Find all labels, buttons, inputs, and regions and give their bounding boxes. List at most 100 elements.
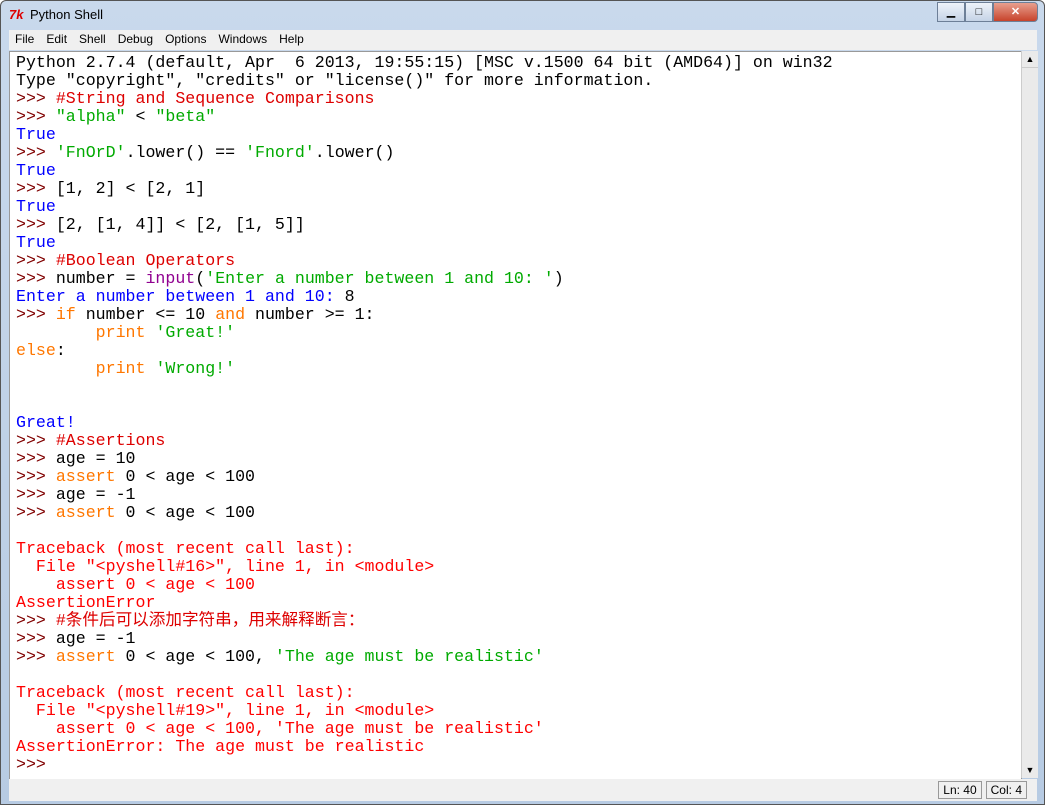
shell-line: print 'Wrong!'	[16, 360, 833, 378]
comment-text: #条件后可以添加字符串，用来解释断言：	[55, 611, 365, 630]
err-text: Traceback (most recent call last):	[16, 539, 355, 558]
shell-output: Python 2.7.4 (default, Apr 6 2013, 19:55…	[16, 54, 833, 774]
menu-help[interactable]: Help	[273, 30, 310, 50]
shell-line: >>> age = -1	[16, 630, 833, 648]
shell-line: >>>	[16, 756, 833, 774]
code-text: .lower() ==	[125, 143, 246, 162]
prompt-text: >>>	[16, 251, 56, 270]
shell-line: Traceback (most recent call last):	[16, 540, 833, 558]
close-button[interactable]: ✕	[993, 2, 1038, 22]
prompt-text: >>>	[16, 485, 56, 504]
str-text: 'FnOrD'	[55, 143, 126, 162]
column-number: Col: 4	[985, 781, 1027, 799]
shell-line: True	[16, 126, 833, 144]
comment-text: #String and Sequence Comparisons	[55, 89, 375, 108]
kw-text: assert	[55, 647, 116, 666]
code-text: [2, [1, 4]] < [2, [1, 5]]	[55, 215, 305, 234]
code-text: )	[553, 269, 564, 288]
menu-debug[interactable]: Debug	[112, 30, 159, 50]
shell-line: else:	[16, 342, 833, 360]
kw-text: else	[16, 341, 56, 360]
shell-line: Python 2.7.4 (default, Apr 6 2013, 19:55…	[16, 54, 833, 72]
menu-bar: File Edit Shell Debug Options Windows He…	[9, 30, 1037, 50]
menu-file[interactable]: File	[9, 30, 40, 50]
menu-edit[interactable]: Edit	[40, 30, 73, 50]
shell-line: AssertionError: The age must be realisti…	[16, 738, 833, 756]
menu-shell[interactable]: Shell	[73, 30, 112, 50]
shell-text-area[interactable]: Python 2.7.4 (default, Apr 6 2013, 19:55…	[9, 51, 1022, 780]
str-text: "alpha"	[55, 107, 126, 126]
title-bar[interactable]: 7k Python Shell ▁ □ ✕	[1, 1, 1044, 29]
prompt-text: >>>	[16, 449, 56, 468]
prompt-text: >>>	[16, 629, 56, 648]
menu-options[interactable]: Options	[159, 30, 212, 50]
shell-line: Type "copyright", "credits" or "license(…	[16, 72, 833, 90]
prompt-text: >>>	[16, 89, 56, 108]
code-text: age = 10	[55, 449, 136, 468]
prompt-text: >>>	[16, 431, 56, 450]
shell-line: True	[16, 198, 833, 216]
code-text: number <= 10	[75, 305, 216, 324]
scroll-up-arrow-icon[interactable]: ▲	[1022, 51, 1038, 68]
stdout-text: True	[16, 125, 56, 144]
prompt-text: >>>	[16, 467, 56, 486]
shell-line: >>> "alpha" < "beta"	[16, 108, 833, 126]
shell-line: >>> number = input('Enter a number betwe…	[16, 270, 833, 288]
code-text: 0 < age < 100,	[115, 647, 275, 666]
err-text: AssertionError: The age must be realisti…	[16, 737, 425, 756]
kw-text: assert	[55, 503, 116, 522]
shell-line: print 'Great!'	[16, 324, 833, 342]
code-text: [1, 2] < [2, 1]	[55, 179, 206, 198]
prompt-text: >>>	[16, 179, 56, 198]
maximize-button[interactable]: □	[965, 2, 993, 22]
stdout-text: True	[16, 161, 56, 180]
code-text: age = -1	[55, 629, 136, 648]
menu-windows[interactable]: Windows	[212, 30, 273, 50]
shell-line: >>> #String and Sequence Comparisons	[16, 90, 833, 108]
str-text: 'Fnord'	[245, 143, 315, 162]
err-text: File "<pyshell#19>", line 1, in <module>	[16, 701, 435, 720]
window-title: Python Shell	[30, 7, 103, 22]
shell-line: True	[16, 162, 833, 180]
kw-text: print	[95, 359, 146, 378]
stdout-text: True	[16, 233, 56, 252]
shell-line: >>> assert 0 < age < 100, 'The age must …	[16, 648, 833, 666]
stdout-text: Great!	[16, 413, 76, 432]
code-text: 0 < age < 100	[115, 503, 256, 522]
scroll-down-arrow-icon[interactable]: ▼	[1022, 762, 1038, 778]
shell-line: Enter a number between 1 and 10: 8	[16, 288, 833, 306]
shell-line: >>> [2, [1, 4]] < [2, [1, 5]]	[16, 216, 833, 234]
minimize-button[interactable]: ▁	[937, 2, 965, 22]
code-text: number =	[55, 269, 146, 288]
shell-line: >>> assert 0 < age < 100	[16, 468, 833, 486]
stdout-text: True	[16, 197, 56, 216]
str-text: 'Enter a number between 1 and 10: '	[205, 269, 554, 288]
code-text: <	[125, 107, 156, 126]
vertical-scrollbar[interactable]: ▲ ▼	[1021, 51, 1038, 778]
out-text: Python 2.7.4 (default, Apr 6 2013, 19:55…	[16, 53, 833, 72]
str-text: 'Great!'	[155, 323, 236, 342]
shell-line: assert 0 < age < 100	[16, 576, 833, 594]
code-text: 8	[344, 287, 355, 306]
out-text: Type "copyright", "credits" or "license(…	[16, 71, 654, 90]
shell-line: Great!	[16, 414, 833, 432]
kw-text: and	[215, 305, 246, 324]
code-text: 0 < age < 100	[115, 467, 256, 486]
err-text: File "<pyshell#16>", line 1, in <module>	[16, 557, 435, 576]
shell-line: >>> if number <= 10 and number >= 1:	[16, 306, 833, 324]
err-text: Traceback (most recent call last):	[16, 683, 355, 702]
kw-text: assert	[55, 467, 116, 486]
shell-line: >>> age = 10	[16, 450, 833, 468]
shell-line: >>> #条件后可以添加字符串，用来解释断言：	[16, 612, 833, 630]
prompt-text: >>>	[16, 107, 56, 126]
status-bar: Ln: 40 Col: 4	[9, 779, 1037, 801]
code-text: age = -1	[55, 485, 136, 504]
shell-line: AssertionError	[16, 594, 833, 612]
comment-text: #Assertions	[55, 431, 166, 450]
